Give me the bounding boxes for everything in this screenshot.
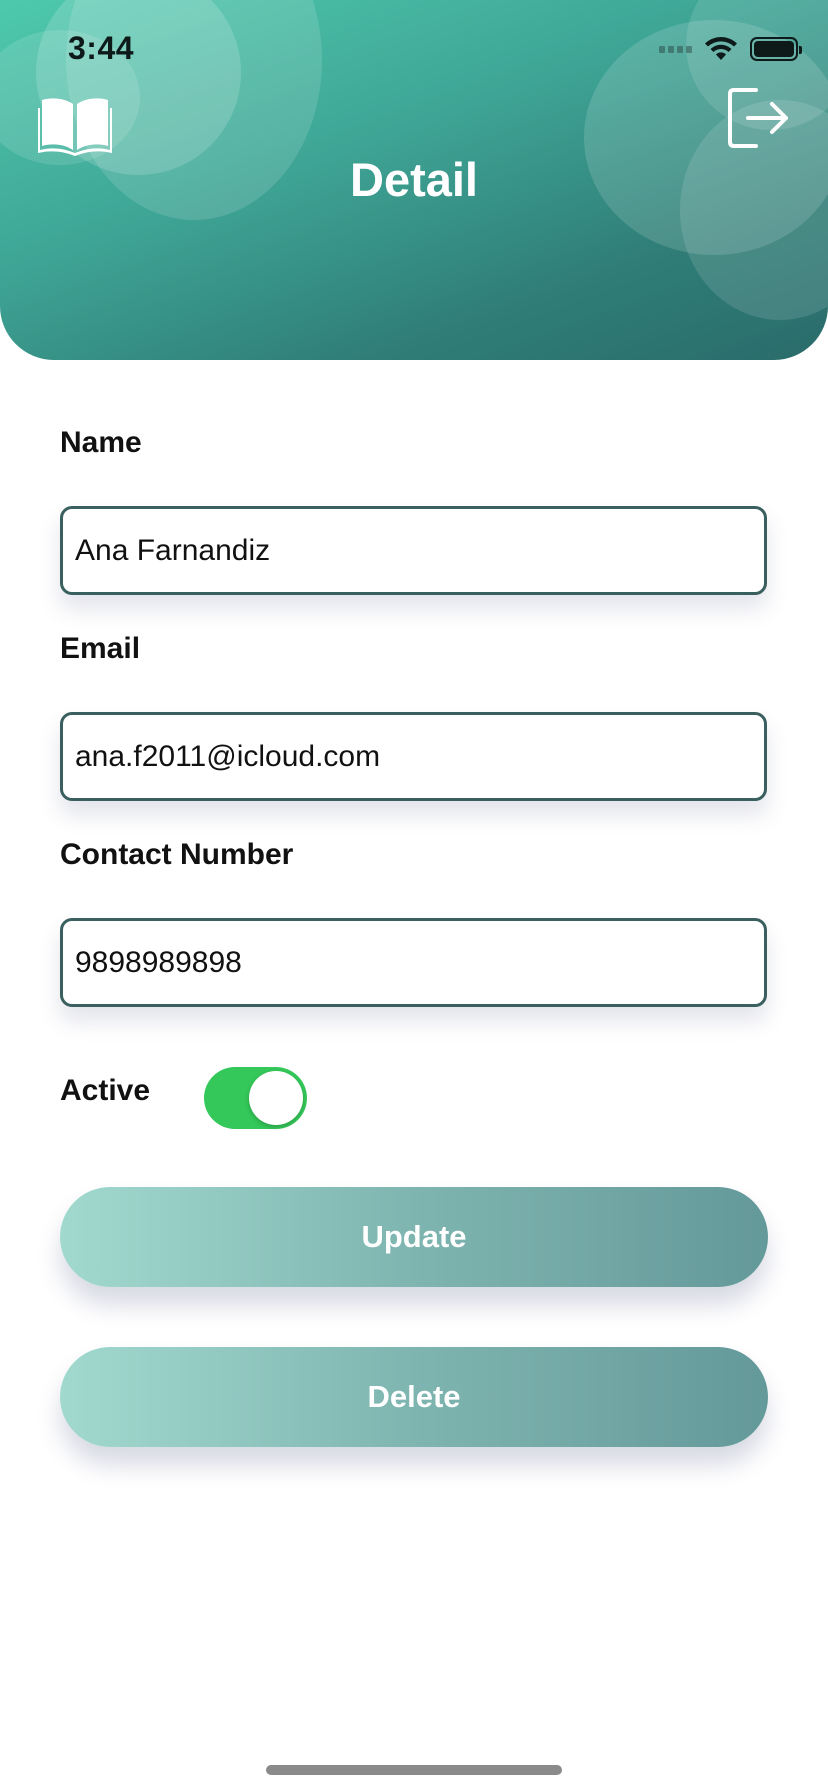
email-field-container xyxy=(60,712,767,801)
status-indicators xyxy=(659,36,802,62)
name-input[interactable] xyxy=(63,509,764,592)
page-title: Detail xyxy=(350,153,478,206)
active-label: Active xyxy=(60,1074,151,1107)
contact-number-input[interactable] xyxy=(63,921,764,1004)
header-banner: 3:44 Detail xyxy=(0,0,828,360)
status-time: 3:44 xyxy=(68,30,135,66)
contact-number-label: Contact Number xyxy=(60,838,294,871)
delete-button[interactable]: Delete xyxy=(60,1347,768,1447)
active-toggle[interactable] xyxy=(204,1067,307,1129)
email-input[interactable] xyxy=(63,715,764,798)
logout-icon[interactable] xyxy=(726,86,790,150)
name-label: Name xyxy=(60,426,142,459)
battery-icon xyxy=(750,37,802,61)
book-open-icon[interactable] xyxy=(38,96,112,156)
update-button[interactable]: Update xyxy=(60,1187,768,1287)
toggle-knob xyxy=(249,1071,303,1125)
cellular-signal-icon xyxy=(659,45,692,53)
name-field-container xyxy=(60,506,767,595)
contact-number-field-container xyxy=(60,918,767,1007)
wifi-icon xyxy=(705,37,737,60)
email-label: Email xyxy=(60,632,141,665)
home-indicator xyxy=(266,1765,562,1775)
